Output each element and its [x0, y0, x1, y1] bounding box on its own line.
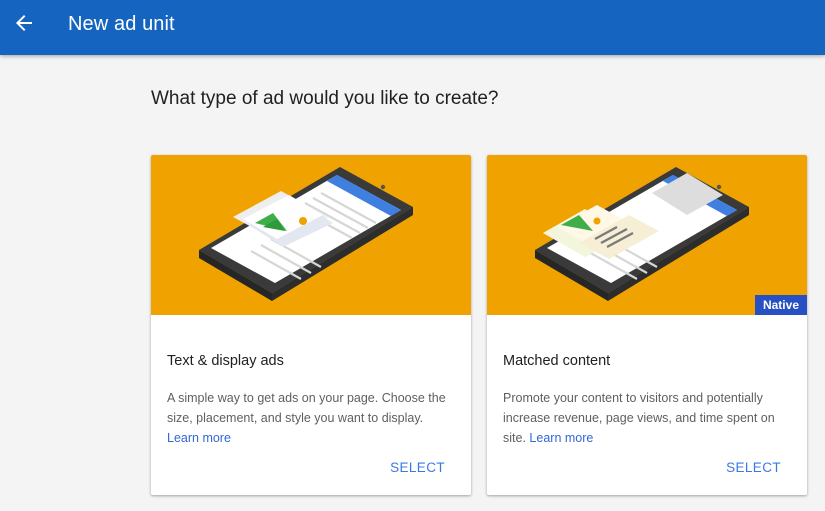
card-hero: Native	[487, 155, 807, 315]
page-heading: What type of ad would you like to create…	[151, 88, 499, 109]
phone-matched-content-illustration	[535, 167, 749, 301]
page-title: New ad unit	[68, 13, 175, 35]
text-display-ads-card[interactable]: Text & display ads A simple way to get a…	[151, 155, 471, 495]
select-text-display-button[interactable]: SELECT	[390, 458, 445, 478]
card-description: A simple way to get ads on your page. Ch…	[167, 388, 455, 448]
phone-display-ad-illustration	[199, 167, 413, 301]
learn-more-link[interactable]: Learn more	[529, 431, 593, 445]
card-description: Promote your content to visitors and pot…	[503, 388, 791, 448]
native-badge: Native	[754, 295, 807, 315]
description-text: A simple way to get ads on your page. Ch…	[167, 391, 446, 425]
arrow-back-icon	[16, 15, 32, 31]
matched-content-card[interactable]: Native Matched content Promote your cont…	[487, 155, 807, 495]
select-matched-content-button[interactable]: SELECT	[726, 458, 781, 478]
back-button[interactable]	[8, 7, 40, 39]
card-title: Matched content	[503, 353, 611, 369]
card-hero	[151, 155, 471, 315]
app-bar: New ad unit	[0, 0, 825, 55]
learn-more-link[interactable]: Learn more	[167, 431, 231, 445]
card-title: Text & display ads	[167, 353, 284, 369]
